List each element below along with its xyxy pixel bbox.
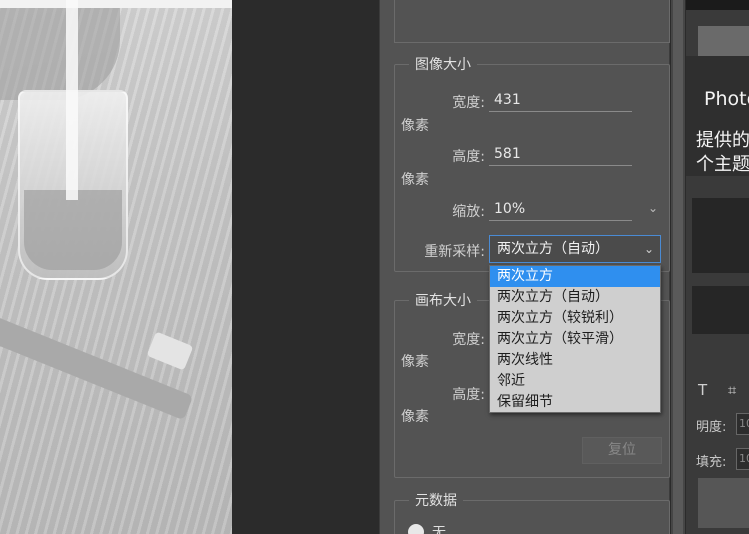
bottom-layer-block: [698, 478, 749, 528]
scale-dropdown-chevron-icon[interactable]: ⌄: [648, 201, 658, 215]
layer-tool-icons[interactable]: T ⌗: [698, 381, 744, 399]
width-input[interactable]: 431: [489, 90, 632, 112]
opacity-input[interactable]: 10: [736, 413, 749, 435]
resample-option[interactable]: 两次立方（较平滑）: [490, 329, 660, 350]
fill-input[interactable]: 10: [736, 448, 749, 470]
resample-label: 重新采样:: [424, 244, 485, 260]
resample-option[interactable]: 两次立方: [490, 266, 660, 287]
height-label: 高度:: [452, 149, 485, 165]
photo-top-strip: [0, 0, 232, 8]
resample-dropdown-list: 两次立方 两次立方（自动） 两次立方（较锐利） 两次立方（较平滑） 两次线性 邻近 保留细节: [489, 265, 661, 413]
metadata-option-label: 无: [432, 525, 446, 534]
image-size-title: 图像大小: [409, 56, 477, 74]
resample-option[interactable]: 邻近: [490, 371, 660, 392]
info-line-1: 提供的: [696, 130, 749, 151]
panel-scrollbar[interactable]: [671, 0, 685, 534]
scale-label: 缩放:: [452, 204, 485, 220]
resample-option[interactable]: 两次立方（较锐利）: [490, 308, 660, 329]
scrollbar-thumb[interactable]: [673, 0, 683, 534]
resample-selected-value: 两次立方（自动）: [497, 241, 609, 257]
radio-button[interactable]: [408, 524, 424, 534]
photo-preview: [0, 0, 232, 534]
canvas-width-unit: 像素: [401, 354, 429, 370]
panel-header-block: [698, 26, 749, 56]
resample-option[interactable]: 保留细节: [490, 392, 660, 413]
top-section-box: [394, 0, 670, 43]
export-settings-panel: 图像大小 宽度: 431 像素 高度: 581 像素 缩放: 10% ⌄ 重新采…: [379, 0, 670, 534]
height-unit: 像素: [401, 172, 429, 188]
scale-input[interactable]: 10%: [489, 199, 632, 221]
width-unit: 像素: [401, 118, 429, 134]
right-side-panel: Photo 提供的 个主题 T ⌗ 明度: 10 填充: 10: [686, 0, 749, 534]
resample-select[interactable]: 两次立方（自动） ⌄: [489, 235, 661, 263]
opacity-label: 明度:: [696, 420, 727, 435]
chevron-down-icon: ⌄: [643, 242, 654, 256]
height-input[interactable]: 581: [489, 144, 632, 166]
top-strip: [686, 0, 749, 10]
resample-option[interactable]: 两次立方（自动）: [490, 287, 660, 308]
metadata-title: 元数据: [409, 492, 463, 510]
straw-image: [66, 0, 78, 200]
canvas-height-unit: 像素: [401, 409, 429, 425]
info-line-2: 个主题: [696, 154, 749, 175]
thumbnail-card-2[interactable]: [692, 286, 749, 334]
fill-label: 填充:: [696, 455, 727, 470]
canvas-height-label: 高度:: [452, 387, 485, 403]
thumbnail-card-1[interactable]: [692, 198, 749, 273]
width-label: 宽度:: [452, 95, 485, 111]
info-title: Photo: [704, 88, 749, 110]
canvas-size-title: 画布大小: [409, 292, 477, 310]
resample-option[interactable]: 两次线性: [490, 350, 660, 371]
canvas-width-label: 宽度:: [452, 332, 485, 348]
cup-liquid: [24, 190, 122, 270]
reset-button[interactable]: 复位: [582, 437, 662, 464]
